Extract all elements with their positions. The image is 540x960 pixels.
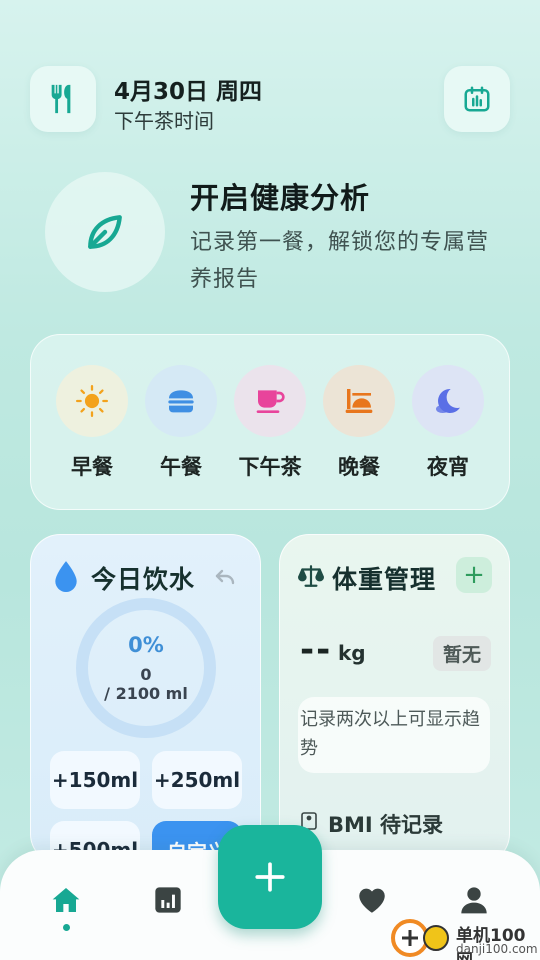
active-tab-indicator (63, 924, 70, 931)
undo-icon[interactable] (213, 564, 237, 588)
current-date: 4月30日 周四 (114, 79, 263, 105)
calendar-button[interactable] (444, 66, 510, 132)
scale-icon (298, 565, 324, 587)
nav-profile[interactable] (454, 880, 494, 920)
meal-late-night[interactable]: 夜宵 (408, 365, 488, 481)
water-title: 今日饮水 (91, 565, 196, 594)
meal-label: 早餐 (71, 455, 113, 479)
weight-title: 体重管理 (332, 565, 437, 594)
health-analysis-icon-wrap[interactable] (45, 172, 165, 292)
add-record-button[interactable] (218, 825, 322, 929)
utensils-icon (51, 84, 71, 114)
add-icon (255, 862, 285, 892)
stats-icon (155, 887, 181, 913)
bmi-status: BMI 待记录 (328, 813, 444, 837)
meal-lunch[interactable]: 午餐 (141, 365, 221, 481)
sun-icon (75, 384, 109, 418)
water-goal: / 2100 ml (104, 684, 188, 703)
health-analysis-description: 记录第一餐，解锁您的专属营养报告 (190, 230, 490, 292)
profile-icon (461, 887, 487, 914)
trend-hint: 记录两次以上可显示趋势 (298, 697, 490, 773)
weight-management-card: 体重管理 + -- kg 暂无 记录两次以上可显示趋势 BMI 待记录 (279, 534, 510, 864)
dinner-icon (345, 389, 373, 413)
weight-value: -- (300, 630, 333, 670)
meal-label: 晚餐 (338, 455, 380, 479)
watermark-url: danji100.com (456, 942, 538, 956)
meal-label: 午餐 (160, 455, 202, 479)
watermark-icon (391, 919, 449, 957)
nav-stats[interactable] (148, 880, 188, 920)
calendar-icon (464, 86, 490, 112)
water-percent: 0% (128, 633, 164, 657)
watermark-logo (388, 916, 460, 960)
nav-home[interactable] (46, 880, 86, 920)
leaf-icon (88, 215, 122, 249)
water-intake-card: 今日饮水 0% 0 / 2100 ml +150ml +250ml +500ml… (30, 534, 261, 864)
meal-afternoon-tea[interactable]: 下午茶 (230, 365, 310, 481)
add-150ml-button[interactable]: +150ml (50, 751, 140, 809)
moon-icon (436, 388, 460, 413)
heart-icon (359, 888, 385, 913)
water-drop-icon (55, 561, 77, 592)
meal-label: 夜宵 (427, 455, 469, 479)
nav-favorites[interactable] (352, 880, 392, 920)
water-progress-ring: 0% 0 / 2100 ml (76, 598, 216, 738)
add-250ml-button[interactable]: +250ml (152, 751, 242, 809)
meal-dinner[interactable]: 晚餐 (319, 365, 399, 481)
burger-icon (168, 390, 194, 413)
meal-period: 下午茶时间 (114, 109, 214, 133)
home-icon (52, 888, 80, 912)
weight-status-badge: 暂无 (433, 636, 492, 671)
tea-cup-icon (256, 390, 285, 413)
water-current: 0 (140, 665, 152, 684)
meal-log-button[interactable] (30, 66, 96, 132)
meal-selector-card: 早餐 午餐 下午茶 晚餐 夜宵 (30, 334, 510, 510)
meal-label: 下午茶 (238, 455, 302, 479)
health-analysis-title: 开启健康分析 (190, 181, 371, 215)
add-weight-button[interactable]: + (456, 557, 492, 593)
meal-breakfast[interactable]: 早餐 (52, 365, 132, 481)
weight-unit: kg (338, 641, 366, 665)
